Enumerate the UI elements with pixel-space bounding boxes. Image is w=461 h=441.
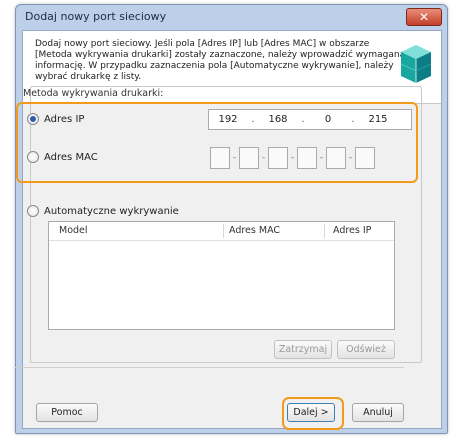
mac-segment-1[interactable]	[210, 147, 230, 169]
stop-button[interactable]: Zatrzymaj	[274, 340, 332, 359]
mac-address-input[interactable]: - - - - -	[210, 147, 375, 169]
mac-segment-2[interactable]	[239, 147, 259, 169]
help-button[interactable]: Pomoc	[36, 403, 98, 422]
mac-separator: -	[348, 153, 353, 163]
mac-segment-6[interactable]	[355, 147, 375, 169]
mac-option[interactable]: Adres MAC	[27, 151, 98, 163]
refresh-button-label: Odśwież	[346, 344, 386, 355]
next-button[interactable]: Dalej >	[287, 403, 335, 422]
mac-segment-3[interactable]	[268, 147, 288, 169]
ip-dot: .	[251, 114, 255, 125]
dialog-title: Dodaj nowy port sieciowy	[25, 10, 167, 23]
refresh-button[interactable]: Odśwież	[337, 340, 395, 359]
mac-radio[interactable]	[27, 151, 39, 163]
ip-octet-1[interactable]: 192	[209, 114, 247, 125]
cancel-button-label: Anuluj	[363, 407, 393, 418]
printer-list-table[interactable]: Model Adres MAC Adres IP	[48, 221, 395, 330]
mac-separator: -	[232, 153, 237, 163]
mac-segment-4[interactable]	[297, 147, 317, 169]
column-header-mac[interactable]: Adres MAC	[229, 225, 280, 236]
title-bar: Dodaj nowy port sieciowy ✕	[16, 5, 447, 29]
cancel-button[interactable]: Anuluj	[352, 403, 404, 422]
ip-octet-3[interactable]: 0	[309, 114, 347, 125]
mac-option-label: Adres MAC	[44, 151, 98, 163]
dialog-window: Dodaj nowy port sieciowy ✕ Dodaj nowy po…	[15, 4, 448, 434]
mac-separator: -	[319, 153, 324, 163]
next-button-label: Dalej >	[293, 407, 329, 418]
printer-cube-icon	[400, 45, 432, 83]
ip-octet-2[interactable]: 168	[259, 114, 297, 125]
column-header-model[interactable]: Model	[59, 225, 88, 236]
ip-option[interactable]: Adres IP	[27, 113, 84, 125]
footer-divider	[14, 367, 404, 368]
intro-description: Dodaj nowy port sieciowy. Jeśli pola [Ad…	[35, 39, 406, 82]
mac-separator: -	[261, 153, 266, 163]
ip-address-input[interactable]: 192 . 168 . 0 . 215	[208, 109, 412, 130]
close-icon: ✕	[418, 10, 430, 24]
column-header-ip[interactable]: Adres IP	[333, 225, 371, 236]
auto-detect-option[interactable]: Automatyczne wykrywanie	[27, 205, 179, 217]
column-divider[interactable]	[223, 224, 224, 238]
mac-segment-5[interactable]	[326, 147, 346, 169]
ip-radio[interactable]	[27, 113, 39, 125]
ip-dot: .	[351, 114, 355, 125]
mac-separator: -	[290, 153, 295, 163]
auto-detect-radio[interactable]	[27, 205, 39, 217]
stop-button-label: Zatrzymaj	[278, 344, 328, 355]
auto-detect-label: Automatyczne wykrywanie	[44, 205, 179, 217]
ip-octet-4[interactable]: 215	[359, 114, 397, 125]
detection-method-label: Metoda wykrywania drukarki:	[23, 88, 164, 99]
column-divider[interactable]	[324, 224, 325, 238]
ip-option-label: Adres IP	[44, 113, 85, 125]
help-button-label: Pomoc	[51, 407, 83, 418]
close-button[interactable]: ✕	[406, 8, 442, 26]
ip-dot: .	[301, 114, 305, 125]
table-header: Model Adres MAC Adres IP	[49, 222, 394, 241]
